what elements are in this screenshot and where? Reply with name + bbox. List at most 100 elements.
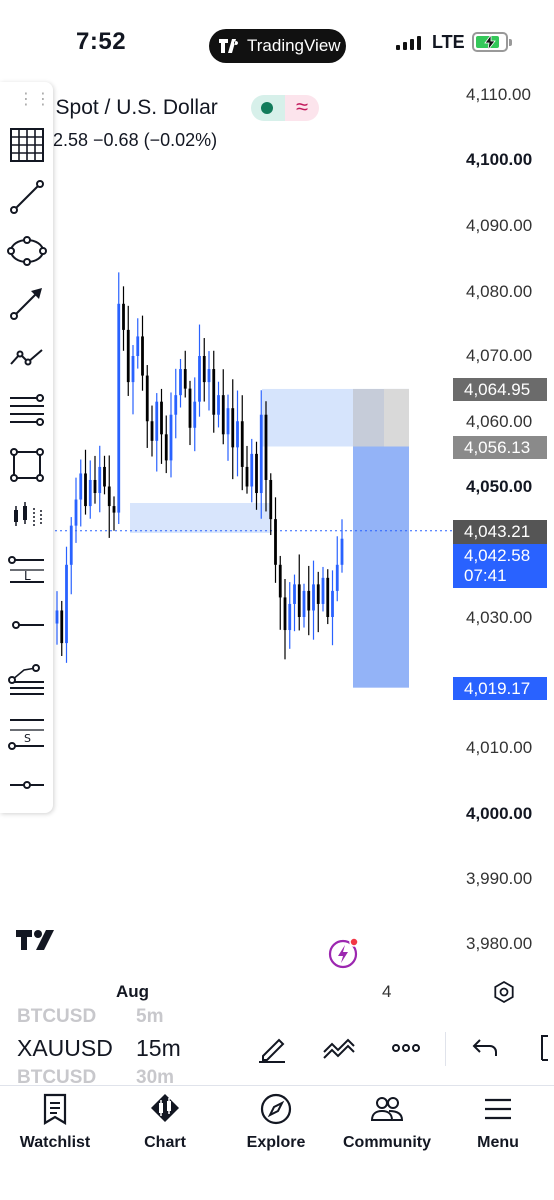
menu-icon: [485, 1098, 511, 1120]
candle-body: [245, 466, 249, 487]
time-label: Aug: [116, 982, 150, 1001]
candle-body: [202, 356, 206, 383]
nav-label: Watchlist: [19, 1134, 91, 1151]
candle-body: [136, 336, 140, 356]
nav-chart[interactable]: Chart: [115, 1092, 215, 1152]
fullscreen-icon[interactable]: [530, 1030, 554, 1066]
horizontal-line-icon[interactable]: [6, 764, 48, 806]
target-price-tag[interactable]: 4,019.17: [453, 677, 547, 700]
battery-icon: [472, 32, 512, 52]
trend-line-icon[interactable]: [6, 176, 48, 218]
fib-fan-icon[interactable]: [6, 658, 48, 700]
wave-icon[interactable]: ≈: [285, 95, 319, 121]
nav-explore[interactable]: Explore: [226, 1092, 326, 1152]
candle-body: [88, 479, 92, 507]
candle-body: [331, 590, 334, 617]
nav-label: Chart: [144, 1134, 186, 1151]
tradingview-logo-icon: [219, 39, 239, 53]
nav-community[interactable]: Community: [337, 1092, 437, 1152]
drawing-toolbar[interactable]: ⋮⋮ L S: [0, 82, 53, 813]
axis-label: 4,010.00: [466, 738, 533, 757]
candle-body: [302, 590, 306, 617]
picker-symbol-above[interactable]: BTCUSD: [17, 1006, 96, 1028]
grid-tool-icon[interactable]: [6, 124, 48, 166]
stop-price-tag[interactable]: 4,064.95: [453, 378, 547, 401]
status-time: 7:52: [76, 28, 127, 55]
rectangle-tool-icon[interactable]: [6, 444, 48, 486]
position-target-area: [353, 446, 409, 688]
current-timeframe[interactable]: 15m: [136, 1035, 181, 1062]
candle-body: [169, 414, 173, 461]
axis-label: 4,000.00: [466, 804, 533, 823]
candle-body: [283, 597, 287, 631]
candle-body: [150, 421, 154, 441]
picker-timeframe-above[interactable]: 5m: [136, 1006, 163, 1028]
candle-body: [250, 453, 254, 487]
candle-body: [79, 473, 83, 500]
candle-body: [198, 356, 201, 402]
candle-body: [74, 499, 78, 526]
candle-body: [65, 564, 68, 644]
candle-body: [179, 369, 182, 396]
settings-icon[interactable]: [492, 980, 516, 1004]
more-icon[interactable]: [388, 1030, 424, 1066]
axis-label: 4,110.00: [466, 85, 531, 104]
symbol-title[interactable]: d Spot / U.S. Dollar: [38, 96, 218, 120]
candle-body: [312, 584, 315, 611]
last-price-tag: 4,042.58 07:41: [453, 544, 547, 588]
arrow-tool-icon[interactable]: [6, 282, 48, 324]
candle-body: [226, 408, 230, 435]
candle-body: [126, 329, 130, 383]
nav-menu[interactable]: Menu: [448, 1092, 548, 1152]
axis-label: 4,030.00: [466, 608, 533, 627]
fib-retracement-icon[interactable]: [6, 390, 48, 432]
entry-price-tag[interactable]: 4,056.13: [453, 436, 547, 459]
candle-body: [269, 479, 273, 520]
watchlist-icon: [43, 1093, 67, 1125]
tradingview-logo-icon: [16, 930, 54, 950]
candle-body: [98, 466, 102, 494]
candles-tool-icon[interactable]: [6, 496, 48, 538]
long-position-icon[interactable]: L: [6, 550, 48, 592]
nav-label: Explore: [246, 1134, 306, 1151]
network-label: LTE: [432, 32, 465, 52]
candle-body: [141, 336, 144, 376]
candle-body: [174, 395, 178, 415]
candle-body: [112, 506, 116, 513]
tradingview-pill[interactable]: TradingView: [209, 29, 346, 63]
undo-icon[interactable]: [468, 1030, 504, 1066]
path-tool-icon[interactable]: [6, 336, 48, 378]
candle-body: [293, 584, 296, 604]
nav-watchlist[interactable]: Watchlist: [5, 1092, 105, 1152]
axis-label: 4,050.00: [466, 477, 533, 496]
candle-body: [207, 369, 211, 383]
candle-body: [240, 421, 244, 467]
time-label: 4: [382, 982, 392, 1001]
short-position-icon[interactable]: S: [6, 712, 48, 754]
candle-body: [107, 486, 111, 507]
market-open-indicator[interactable]: [251, 95, 285, 121]
candle-body: [117, 303, 121, 513]
horizontal-ray-icon[interactable]: [6, 604, 48, 646]
axis-label: 4,090.00: [466, 216, 533, 235]
nav-label: Menu: [477, 1134, 519, 1151]
candle-body: [60, 610, 64, 644]
axis-label: 3,980.00: [466, 934, 533, 953]
axis-label: 4,100.00: [466, 150, 533, 169]
current-symbol[interactable]: XAUUSD: [17, 1035, 113, 1062]
candle-body: [255, 453, 258, 494]
indicators-icon[interactable]: [322, 1030, 358, 1066]
axis-label: 4,080.00: [466, 282, 533, 301]
people-icon: [370, 1097, 404, 1121]
candle-body: [236, 421, 239, 448]
drawing-pen-icon[interactable]: [255, 1030, 291, 1066]
candle-body: [188, 388, 192, 428]
price-change-line: 2.58 −0.68 (−0.02%): [53, 130, 218, 150]
ellipse-tool-icon[interactable]: [6, 230, 48, 272]
candle-body: [145, 375, 149, 422]
drag-handle-icon[interactable]: ⋮⋮: [18, 89, 52, 109]
flash-icon[interactable]: [328, 937, 360, 969]
compass-icon: [260, 1093, 292, 1125]
candle-body: [297, 584, 301, 617]
candle-body: [259, 414, 263, 494]
